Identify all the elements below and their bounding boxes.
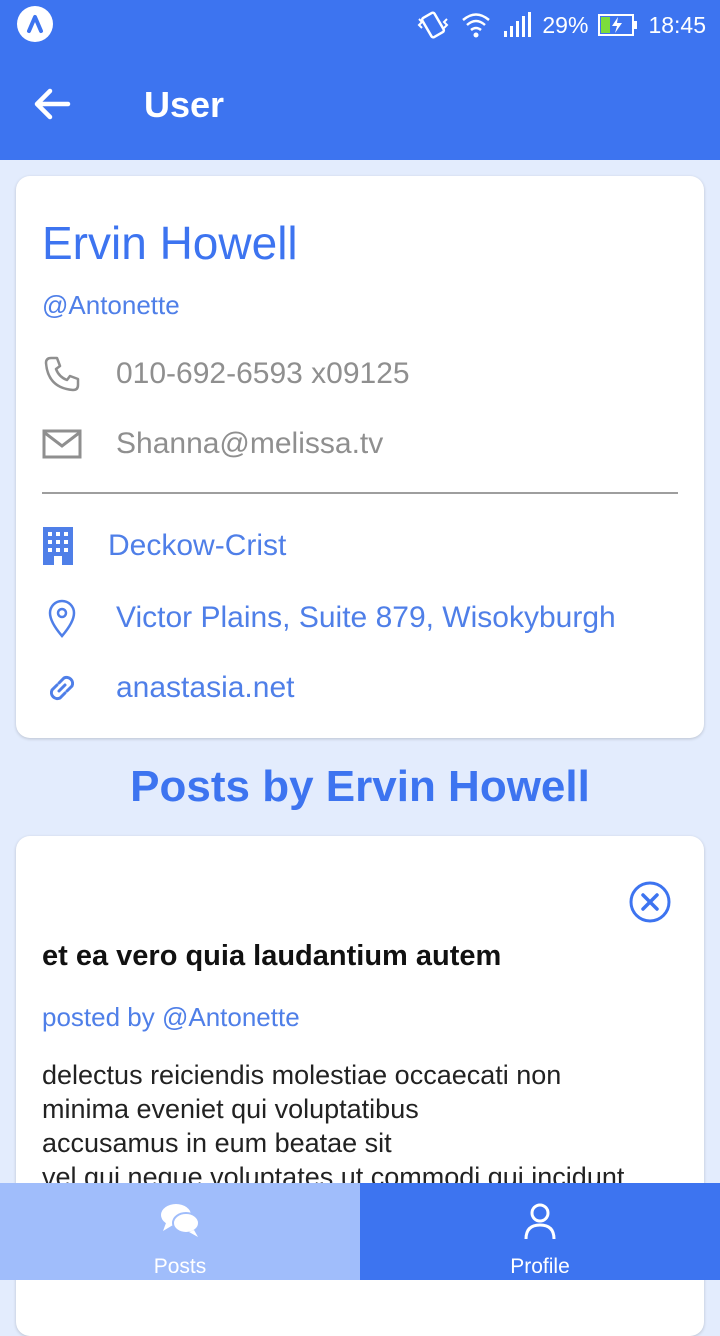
nav-posts-tab[interactable]: Posts [0, 1183, 360, 1280]
post-author: posted by @Antonette [42, 1002, 300, 1032]
top-bar: 29% 18:45 User [0, 0, 720, 160]
company-row: Deckow-Crist [42, 524, 286, 568]
mail-icon [42, 424, 82, 464]
phone-row[interactable]: 010-692-6593 x09125 [42, 352, 410, 396]
nav-profile-tab[interactable]: Profile [360, 1183, 720, 1280]
user-name: Ervin Howell [42, 217, 298, 269]
phone-text: 010-692-6593 x09125 [116, 357, 410, 390]
status-indicators: 29% 18:45 [416, 9, 706, 41]
signal-icon [504, 12, 532, 37]
nav-posts-label: Posts [153, 1255, 207, 1278]
battery-charging-icon [598, 14, 638, 36]
bottom-nav: Posts Profile [0, 1183, 720, 1280]
person-icon [524, 1203, 556, 1240]
delete-post-button[interactable] [628, 880, 672, 924]
close-circle-icon [629, 881, 671, 923]
status-time: 18:45 [648, 11, 706, 38]
post-body: delectus reiciendis molestiae occaecati … [42, 1058, 682, 1194]
user-handle: @Antonette [42, 290, 180, 320]
email-row[interactable]: Shanna@melissa.tv [42, 422, 383, 466]
page-title: User [144, 84, 225, 125]
divider [42, 492, 678, 494]
wifi-icon [462, 13, 491, 38]
building-icon [42, 526, 74, 566]
posts-heading: Posts by Ervin Howell [130, 762, 590, 811]
user-card: Ervin Howell @Antonette 010-692-6593 x09… [16, 176, 704, 738]
email-text: Shanna@melissa.tv [116, 427, 384, 460]
website-row[interactable]: anastasia.net [42, 666, 294, 710]
post-body-line: accusamus in eum beatae sit [42, 1128, 392, 1158]
location-pin-icon [42, 598, 82, 638]
phone-icon [42, 354, 82, 394]
app-launcher-icon [17, 6, 53, 42]
battery-percent: 29% [542, 11, 589, 38]
chat-bubbles-icon [161, 1204, 200, 1237]
status-bar: 29% 18:45 [0, 0, 720, 50]
back-button[interactable] [28, 80, 76, 128]
link-icon [42, 668, 82, 708]
website-link[interactable]: anastasia.net [116, 671, 294, 705]
post-body-line: minima eveniet qui voluptatibus [42, 1094, 419, 1124]
nav-profile-label: Profile [510, 1255, 570, 1278]
post-title: et ea vero quia laudantium autem [42, 940, 502, 972]
address-row[interactable]: Victor Plains, Suite 879, Wisokyburgh [42, 596, 616, 640]
vibrate-icon [417, 11, 449, 39]
address-text: Victor Plains, Suite 879, Wisokyburgh [116, 601, 616, 634]
company-text: Deckow-Crist [108, 529, 287, 562]
post-body-line: delectus reiciendis molestiae occaecati … [42, 1060, 562, 1090]
arrow-back-icon [34, 88, 71, 120]
